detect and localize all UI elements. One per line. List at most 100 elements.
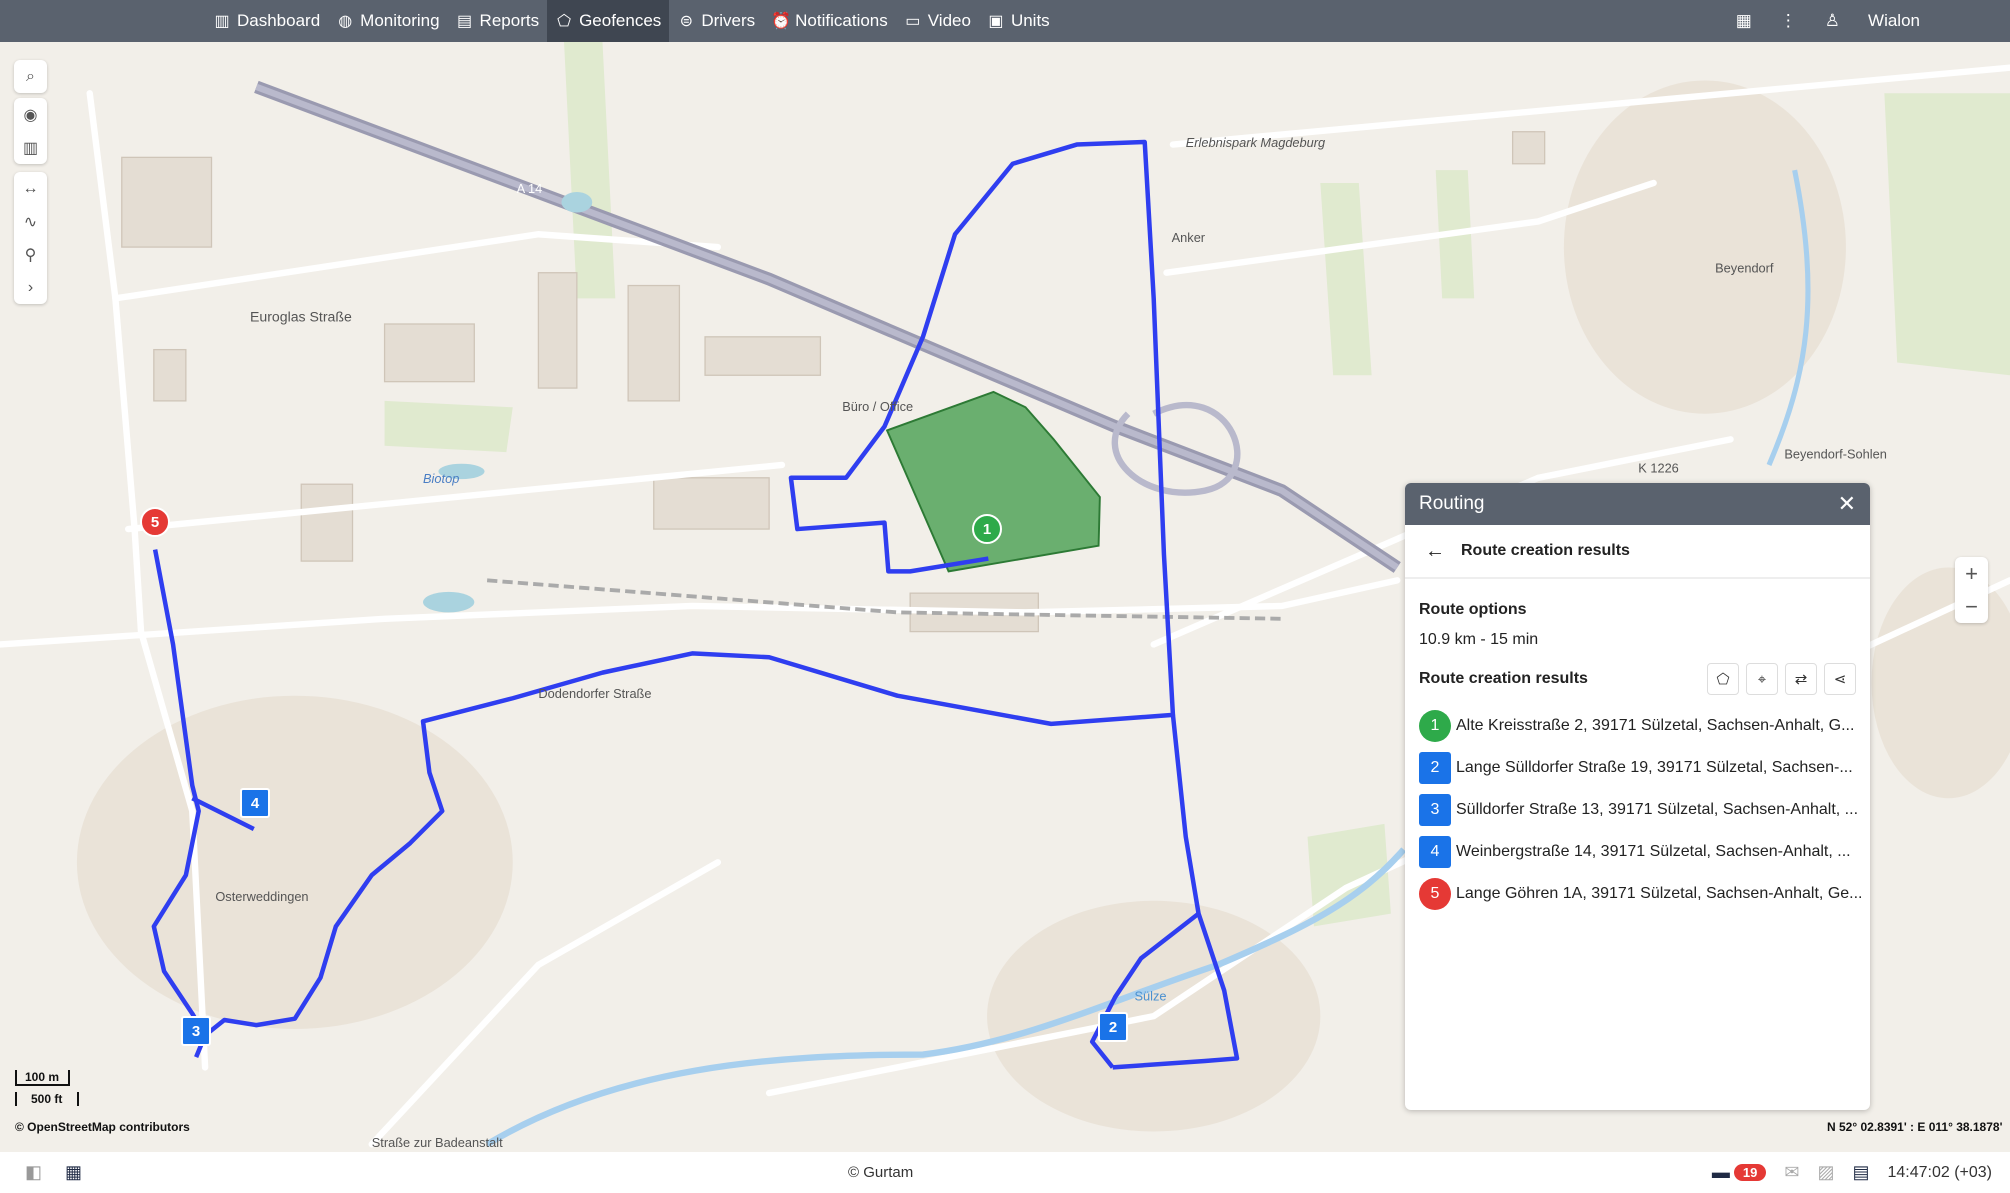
route-marker-3[interactable]: 3 <box>181 1016 211 1046</box>
zoom-controls: + − <box>1955 557 1988 623</box>
ruler-icon[interactable]: ↔ <box>14 172 47 205</box>
map-label: Euroglas Straße <box>250 308 352 324</box>
panel-title: Routing <box>1419 493 1485 514</box>
zoom-in-button[interactable]: + <box>1955 557 1988 590</box>
nav-reports[interactable]: ▤ Reports <box>448 0 548 42</box>
nav-label: Dashboard <box>237 11 321 30</box>
map-label: Büro / Office <box>842 399 913 414</box>
nav-notifications[interactable]: ⏰ Notifications <box>763 0 896 42</box>
route-options-heading: Route options <box>1419 601 1527 618</box>
cursor-coordinates: N 52° 02.8391' : E 011° 38.1878' <box>1827 1120 2003 1134</box>
notifications-button[interactable]: ▬ 19 <box>1711 1162 1767 1183</box>
stop-address: Lange Göhren 1A, 39171 Sülzetal, Sachsen… <box>1456 885 1863 902</box>
nav-dashboard[interactable]: ▥ Dashboard <box>205 0 328 42</box>
messages-icon[interactable]: ✉ <box>1784 1162 1799 1183</box>
share-button[interactable]: ⋖ <box>1824 663 1856 695</box>
nav-drivers[interactable]: ⊜ Drivers <box>669 0 763 42</box>
route-stop[interactable]: 5 Lange Göhren 1A, 39171 Sülzetal, Sachse… <box>1419 873 1863 915</box>
route-options-value: 10.9 km - 15 min <box>1419 631 1539 648</box>
stop-address: Weinbergstraße 14, 39171 Sülzetal, Sachs… <box>1456 843 1851 860</box>
copyright: © Gurtam <box>848 1164 914 1181</box>
bus-icon: ▣ <box>988 13 1004 30</box>
route-add-icon: ⇄ <box>1794 671 1808 688</box>
report-icon: ▤ <box>456 13 473 30</box>
bottom-status-bar: ◧ ▦ © Gurtam ▬ 19 ✉ ▨ ▤ 14:47:02 (+03) <box>0 1152 2010 1193</box>
nav-label: Notifications <box>795 11 888 30</box>
map-label: Sülze <box>1134 989 1166 1004</box>
zoom-out-button[interactable]: − <box>1955 590 1988 623</box>
stop-number: 4 <box>1419 836 1451 868</box>
stop-address: Alte Kreisstraße 2, 39171 Sülzetal, Sach… <box>1456 717 1855 734</box>
map-label: Straße zur Badeanstalt <box>372 1135 503 1150</box>
stop-address: Sülldorfer Straße 13, 39171 Sülzetal, Sa… <box>1456 801 1859 818</box>
nav-label: Monitoring <box>360 11 440 30</box>
route-stop[interactable]: 2 Lange Sülldorfer Straße 19, 39171 Sülze… <box>1419 747 1856 789</box>
stop-number: 1 <box>1419 710 1451 742</box>
layout-icon[interactable]: ▤ <box>1852 1162 1869 1183</box>
route-marker-5[interactable]: 5 <box>140 507 170 537</box>
search-tool-group: ⌕ <box>14 60 47 93</box>
map-label: Biotop <box>423 471 459 486</box>
chevron-right-icon[interactable]: › <box>14 271 47 304</box>
create-geofence-button[interactable]: ⬠ <box>1707 663 1739 695</box>
map-pin-icon: ⌖ <box>1757 670 1767 688</box>
notifications-count: 19 <box>1733 1164 1767 1181</box>
map-label: Osterweddingen <box>215 889 308 904</box>
polygon-icon: ⬠ <box>1716 671 1730 688</box>
geofence-icon: ⬠ <box>557 13 572 30</box>
panel-subtitle: Route creation results <box>1461 542 1630 559</box>
nav-label: Drivers <box>701 11 756 30</box>
top-navigation-bar: ▥ Dashboard ◍ Monitoring ▤ Reports ⬠ Geofences ⊜… <box>0 0 2010 42</box>
map-label: Beyendorf-Sohlen <box>1784 447 1886 462</box>
route-add-button[interactable]: ⇄ <box>1785 663 1817 695</box>
map-label: Anker <box>1172 230 1206 245</box>
route-marker-4[interactable]: 4 <box>240 788 270 818</box>
map-tools-group: ↔ ∿ ⚲ › <box>14 172 47 304</box>
nav-video[interactable]: ▭ Video <box>896 0 979 42</box>
close-icon[interactable]: ✕ <box>1838 491 1856 517</box>
nav-geofences[interactable]: ⬠ Geofences <box>547 0 670 42</box>
user-name[interactable]: Wialon <box>1868 11 1920 31</box>
video-icon: ▭ <box>905 13 921 30</box>
nav-label: Units <box>1010 11 1050 30</box>
route-stop[interactable]: 4 Weinbergstraße 14, 39171 Sülzetal, Sach… <box>1419 831 1856 873</box>
clock-time: 14:47:02 (+03) <box>1887 1163 1992 1181</box>
route-marker-1[interactable]: 1 <box>972 514 1002 544</box>
user-icon[interactable]: ♙ <box>1825 11 1840 31</box>
stop-address: Lange Sülldorfer Straße 19, 39171 Sülzet… <box>1456 759 1853 776</box>
stop-number: 5 <box>1419 878 1451 910</box>
eye-icon[interactable]: ◉ <box>14 98 47 131</box>
route-stop[interactable]: 1 Alte Kreisstraße 2, 39171 Sülzetal, Sac… <box>1419 705 1856 747</box>
back-arrow-icon[interactable]: ← <box>1425 540 1445 563</box>
steering-wheel-icon: ⊜ <box>679 13 694 30</box>
nav-monitoring[interactable]: ◍ Monitoring <box>328 0 447 42</box>
route-stop[interactable]: 3 Sülldorfer Straße 13, 39171 Sülzetal, S… <box>1419 789 1859 831</box>
nav-label: Reports <box>479 11 540 30</box>
nav-label: Video <box>927 11 971 30</box>
route-marker-2[interactable]: 2 <box>1098 1012 1128 1042</box>
search-icon[interactable]: ⌕ <box>14 60 47 93</box>
globe-icon: ◍ <box>338 13 353 30</box>
image-icon[interactable]: ▨ <box>1817 1162 1834 1183</box>
sidebar-toggle-icon[interactable]: ◧ <box>25 1162 42 1183</box>
stop-number: 3 <box>1419 794 1451 826</box>
map-label: Beyendorf <box>1715 261 1774 276</box>
map-label: K 1226 <box>1638 461 1679 476</box>
nav-units[interactable]: ▣ Units <box>979 0 1058 42</box>
routing-panel: Routing ✕ ← Route creation results Route… <box>1405 483 1870 1110</box>
map-label: A 14 <box>517 181 543 196</box>
scale-metric: 100 m <box>15 1070 70 1086</box>
nav-label: Geofences <box>579 11 662 30</box>
more-vertical-icon[interactable]: ⋮ <box>1780 11 1797 31</box>
map-icon[interactable]: ▥ <box>14 131 47 164</box>
scale-imperial: 500 ft <box>15 1092 79 1106</box>
map-attribution: © OpenStreetMap contributors <box>15 1120 190 1134</box>
map-label: Erlebnispark Magdeburg <box>1186 135 1325 150</box>
apps-grid-icon[interactable]: ▦ <box>65 1162 82 1183</box>
apps-grid-icon[interactable]: ▦ <box>1736 11 1752 31</box>
bar-chart-icon: ▥ <box>214 13 230 30</box>
routing-points-icon[interactable]: ⚲ <box>14 238 47 271</box>
notifications-icon: ▬ <box>1711 1162 1730 1182</box>
route-icon[interactable]: ∿ <box>14 205 47 238</box>
map-pin-button[interactable]: ⌖ <box>1746 663 1778 695</box>
